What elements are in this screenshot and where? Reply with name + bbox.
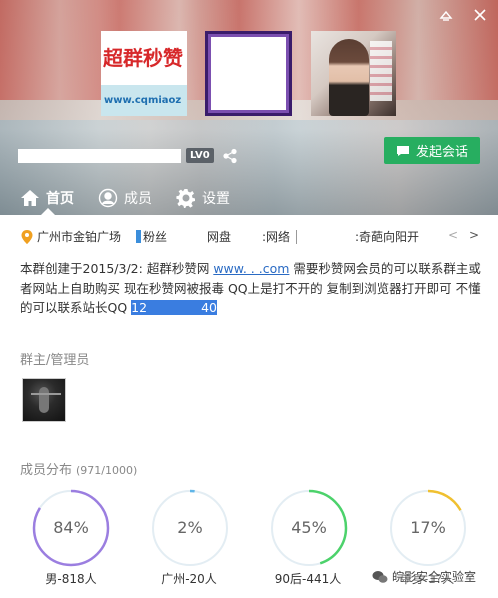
window-controls bbox=[438, 7, 488, 23]
member-count: (971/1000) bbox=[76, 464, 138, 477]
tab-settings-label: 设置 bbox=[202, 191, 230, 207]
group-banner: 超群秒赞 www.cqmiaoz LV0 发起会话 首页 成员 设置 bbox=[0, 0, 498, 215]
group-photo-2[interactable] bbox=[205, 31, 292, 116]
desc-qq-start: 12 bbox=[131, 300, 148, 315]
tag-marker bbox=[136, 230, 141, 243]
tag-network[interactable]: :网络 bbox=[262, 228, 290, 245]
photo3-person bbox=[329, 39, 369, 116]
ring-region-label: 广州-20人 bbox=[161, 572, 217, 586]
ring-age[interactable]: 45% bbox=[270, 489, 348, 567]
ring-age-percent: 45% bbox=[291, 518, 327, 537]
ring-single[interactable]: 17% bbox=[389, 489, 467, 567]
desc-link[interactable]: www. . .com bbox=[213, 261, 289, 276]
tag-net-disk[interactable]: 网盘 bbox=[207, 228, 231, 245]
distribution-title: 成员分布 (971/1000) bbox=[20, 459, 137, 478]
location-text[interactable]: 广州市金铂广场 bbox=[37, 228, 121, 245]
tab-home[interactable]: 首页 bbox=[8, 181, 86, 215]
ring-gender[interactable]: 84% bbox=[32, 489, 110, 567]
level-badge: LV0 bbox=[186, 148, 214, 163]
desc-qq-selected: 12 40 bbox=[131, 300, 217, 315]
ring-region-percent: 2% bbox=[177, 518, 203, 537]
tags-next-button[interactable]: > bbox=[469, 228, 479, 242]
members-icon bbox=[98, 188, 118, 208]
wechat-icon bbox=[372, 570, 388, 583]
desc-part1: 本群创建于2015/3/2: 超群秒赞网 bbox=[20, 261, 214, 276]
watermark: 皖影安全实验室 bbox=[372, 568, 476, 585]
ring-gender-label: 男-818人 bbox=[45, 572, 97, 586]
watermark-text: 皖影安全实验室 bbox=[392, 570, 477, 584]
ring-single-percent: 17% bbox=[410, 518, 446, 537]
tab-members-label: 成员 bbox=[124, 191, 152, 207]
tab-bar: 首页 成员 设置 bbox=[0, 181, 498, 215]
ring-gender-percent: 84% bbox=[53, 518, 89, 537]
tab-home-label: 首页 bbox=[46, 191, 74, 207]
group-photo-3[interactable] bbox=[311, 31, 396, 116]
gear-icon bbox=[176, 189, 195, 208]
admin-avatar[interactable] bbox=[22, 378, 66, 422]
group-photo-1[interactable]: 超群秒赞 www.cqmiaoz bbox=[101, 31, 187, 116]
group-name bbox=[18, 149, 181, 163]
group-tags-row: 广州市金铂广场 粉丝 网盘 :网络 :奇葩向阳开 < > bbox=[18, 228, 488, 246]
chat-icon bbox=[396, 145, 409, 156]
home-icon bbox=[21, 190, 39, 206]
start-chat-label: 发起会话 bbox=[415, 144, 468, 159]
location-icon bbox=[21, 230, 33, 244]
tags-prev-button[interactable]: < bbox=[448, 228, 458, 242]
tag-fans[interactable]: 粉丝 bbox=[143, 228, 167, 245]
desc-qq-end: 40 bbox=[201, 300, 217, 315]
share-icon[interactable] bbox=[222, 148, 238, 164]
admins-title: 群主/管理员 bbox=[20, 353, 90, 368]
tag-strange[interactable]: :奇葩向阳开 bbox=[355, 228, 419, 245]
ring-region[interactable]: 2% bbox=[151, 489, 229, 567]
tab-members[interactable]: 成员 bbox=[86, 181, 164, 215]
upgrade-icon[interactable] bbox=[438, 7, 454, 23]
photo1-title: 超群秒赞 bbox=[101, 31, 187, 85]
distribution-title-text: 成员分布 bbox=[20, 463, 73, 478]
photo1-url: www.cqmiaoz bbox=[101, 85, 187, 116]
group-description: 本群创建于2015/3/2: 超群秒赞网 www. . .com 需要秒赞网会员… bbox=[20, 259, 490, 318]
ring-age-label: 90后-441人 bbox=[274, 572, 342, 586]
tag-divider bbox=[296, 230, 297, 244]
tab-settings[interactable]: 设置 bbox=[164, 181, 242, 215]
photo3-background bbox=[370, 41, 392, 101]
close-icon[interactable] bbox=[472, 7, 488, 23]
start-chat-button[interactable]: 发起会话 bbox=[384, 137, 480, 164]
